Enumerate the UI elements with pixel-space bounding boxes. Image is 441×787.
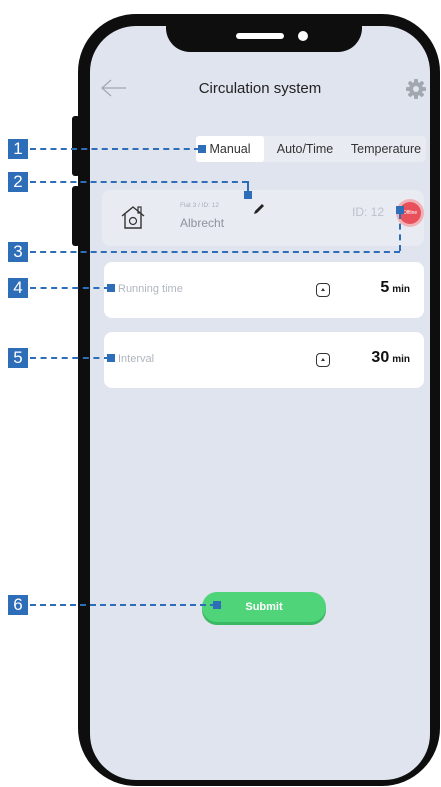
callout-5-marker bbox=[107, 354, 115, 362]
callout-5-line bbox=[30, 357, 110, 359]
running-time-unit: min bbox=[392, 284, 410, 295]
running-time-number: 5 bbox=[380, 279, 390, 296]
mode-tabs: Manual Auto/Time Temperature bbox=[196, 136, 426, 162]
device-card: Flat 3 / ID: 12 Albrecht ID: 12 Offline bbox=[102, 190, 424, 246]
interval-row: Interval 30 min bbox=[104, 332, 424, 388]
device-name: Albrecht bbox=[180, 216, 225, 230]
device-id: ID: 12 bbox=[352, 205, 385, 219]
callout-4-marker bbox=[107, 284, 115, 292]
callout-5: 5 bbox=[8, 348, 28, 368]
callout-1-marker bbox=[198, 145, 206, 153]
callout-3-line-v bbox=[399, 213, 401, 251]
pencil-icon[interactable] bbox=[252, 202, 266, 216]
callout-3: 3 bbox=[8, 242, 28, 262]
callout-4: 4 bbox=[8, 278, 28, 298]
phone-screen: Circulation system Manual Auto/Time Temp… bbox=[90, 26, 430, 780]
speaker-icon bbox=[236, 33, 284, 39]
interval-stepper[interactable] bbox=[316, 353, 330, 367]
callout-2-marker bbox=[244, 191, 252, 199]
gear-icon[interactable] bbox=[406, 79, 426, 99]
callout-2: 2 bbox=[8, 172, 28, 192]
callout-6: 6 bbox=[8, 595, 28, 615]
tab-manual[interactable]: Manual bbox=[196, 136, 264, 162]
callout-3-marker bbox=[396, 206, 404, 214]
interval-value[interactable]: 30 min bbox=[371, 349, 410, 367]
device-subtitle: Flat 3 / ID: 12 bbox=[180, 202, 220, 209]
page-title: Circulation system bbox=[198, 80, 322, 97]
tab-auto-time[interactable]: Auto/Time bbox=[264, 136, 346, 162]
callout-6-line bbox=[30, 604, 216, 606]
running-time-label: Running time bbox=[118, 283, 183, 295]
callout-6-marker bbox=[213, 601, 221, 609]
callout-3-line bbox=[30, 251, 400, 253]
running-time-row: Running time 5 min bbox=[104, 262, 424, 318]
interval-label: Interval bbox=[118, 353, 155, 365]
callout-2-line bbox=[30, 181, 248, 183]
tab-temperature[interactable]: Temperature bbox=[346, 136, 426, 162]
camera-icon bbox=[298, 31, 308, 41]
interval-number: 30 bbox=[371, 349, 390, 366]
callout-1: 1 bbox=[8, 139, 28, 159]
running-time-value[interactable]: 5 min bbox=[380, 279, 410, 297]
house-icon bbox=[121, 206, 145, 229]
running-time-stepper[interactable] bbox=[316, 283, 330, 297]
callout-4-line bbox=[30, 287, 110, 289]
interval-unit: min bbox=[392, 354, 410, 365]
callout-1-line bbox=[30, 148, 200, 150]
